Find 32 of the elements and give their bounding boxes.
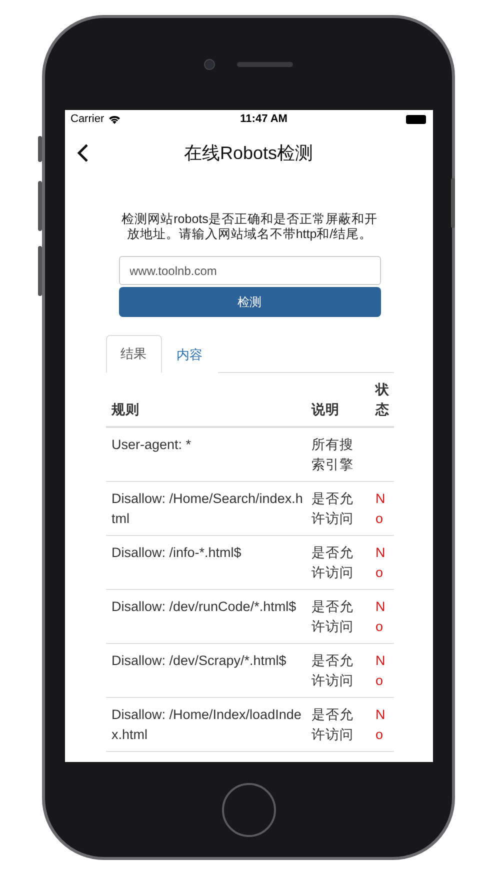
table-cell: Disallow: /Home/Index/loadIndex.html [106, 698, 306, 752]
table-cell: 是否允许访问 [306, 590, 366, 644]
table-cell: 是否允许访问 [306, 482, 366, 536]
camera-icon [204, 58, 215, 70]
speaker-icon [237, 62, 293, 66]
page-title: 在线Robots检测 [184, 142, 314, 165]
intro-text: 检测网站robots是否正确和是否正常屏蔽和开放地址。请输入网站域名不带http和/结尾。 [120, 212, 378, 242]
table-cell: 是否允许访问 [306, 536, 366, 590]
battery-icon [406, 114, 426, 124]
column-header: 说明 [306, 373, 366, 428]
back-icon[interactable] [76, 143, 88, 163]
table-cell: 是否允许访问 [306, 698, 366, 752]
table-cell: Disallow: /dev/runCode/*.html$ [106, 590, 306, 644]
carrier-label: Carrier [70, 113, 104, 125]
table-cell: No [366, 536, 394, 590]
status-time: 11:47 AM [240, 113, 288, 125]
table-cell: 是否允许访问 [306, 644, 366, 698]
column-header: 状态 [366, 373, 394, 428]
table-cell: No [366, 644, 394, 698]
table-cell: 所有搜索引擎 [306, 428, 366, 482]
wifi-icon [108, 114, 122, 124]
table-cell: No [366, 482, 394, 536]
table-cell: Disallow: /dev/Scrapy/*.html$ [106, 644, 306, 698]
table-cell: No [366, 590, 394, 644]
tab[interactable]: 结果 [106, 335, 162, 373]
table-cell: User-agent: * [106, 428, 306, 482]
domain-input[interactable]: www.toolnb.com [118, 256, 380, 285]
table-cell: No [366, 698, 394, 752]
check-button[interactable]: 检测 [118, 287, 380, 317]
column-header: 规则 [106, 373, 306, 428]
table-cell: Disallow: /info-*.html$ [106, 536, 306, 590]
table-cell: Disallow: /Home/Search/index.html [106, 482, 306, 536]
